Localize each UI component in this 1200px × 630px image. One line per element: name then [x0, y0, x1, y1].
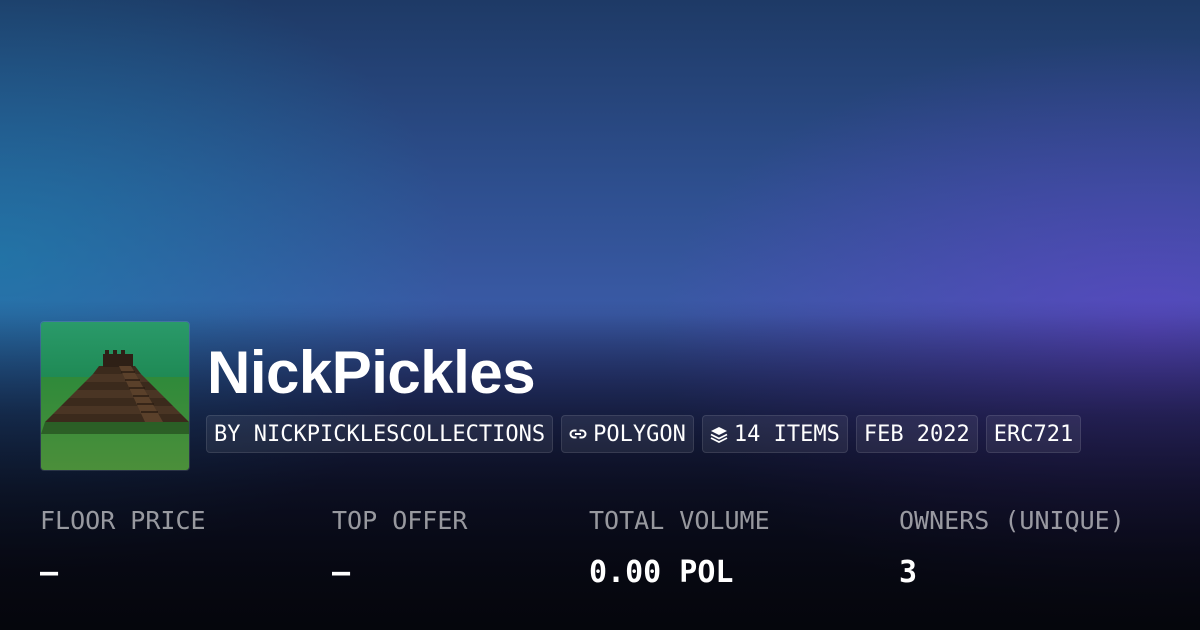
chain-badge[interactable]: POLYGON: [561, 415, 694, 453]
collection-title: NickPickles: [207, 339, 536, 406]
stat-value: 3: [899, 555, 918, 590]
collection-badges: BY NICKPICKLESCOLLECTIONS POLYGON 14 ITE…: [206, 415, 1082, 453]
chain-link-icon: [569, 425, 587, 443]
pyramid-image: [41, 322, 189, 470]
stat-value: —: [332, 555, 351, 590]
creator-label: BY NICKPICKLESCOLLECTIONS: [214, 421, 546, 447]
items-badge[interactable]: 14 ITEMS: [701, 415, 848, 453]
collection-avatar[interactable]: [40, 321, 190, 471]
stat-total-volume: TOTAL VOLUME 0.00 POL: [589, 505, 770, 591]
creator-badge[interactable]: BY NICKPICKLESCOLLECTIONS: [206, 415, 554, 453]
stat-top-offer: TOP OFFER —: [332, 505, 467, 591]
items-label: 14 ITEMS: [733, 421, 840, 447]
created-date-label: FEB 2022: [863, 421, 970, 447]
chain-label: POLYGON: [593, 421, 686, 447]
stat-owners-unique: OWNERS (UNIQUE) 3: [899, 505, 1125, 591]
stat-label: OWNERS (UNIQUE): [899, 506, 1125, 535]
stat-floor-price: FLOOR PRICE —: [40, 505, 206, 591]
share-card: NickPickles BY NICKPICKLESCOLLECTIONS PO…: [0, 0, 1200, 630]
stat-value: —: [40, 555, 59, 590]
stat-label: TOTAL VOLUME: [589, 506, 770, 535]
stat-label: FLOOR PRICE: [40, 506, 206, 535]
created-date-badge: FEB 2022: [855, 415, 978, 453]
stat-label: TOP OFFER: [332, 506, 468, 535]
token-standard-label: ERC721: [993, 421, 1074, 447]
stat-value: 0.00 POL: [589, 555, 734, 590]
layers-icon: [710, 425, 728, 443]
token-standard-badge: ERC721: [985, 415, 1082, 453]
